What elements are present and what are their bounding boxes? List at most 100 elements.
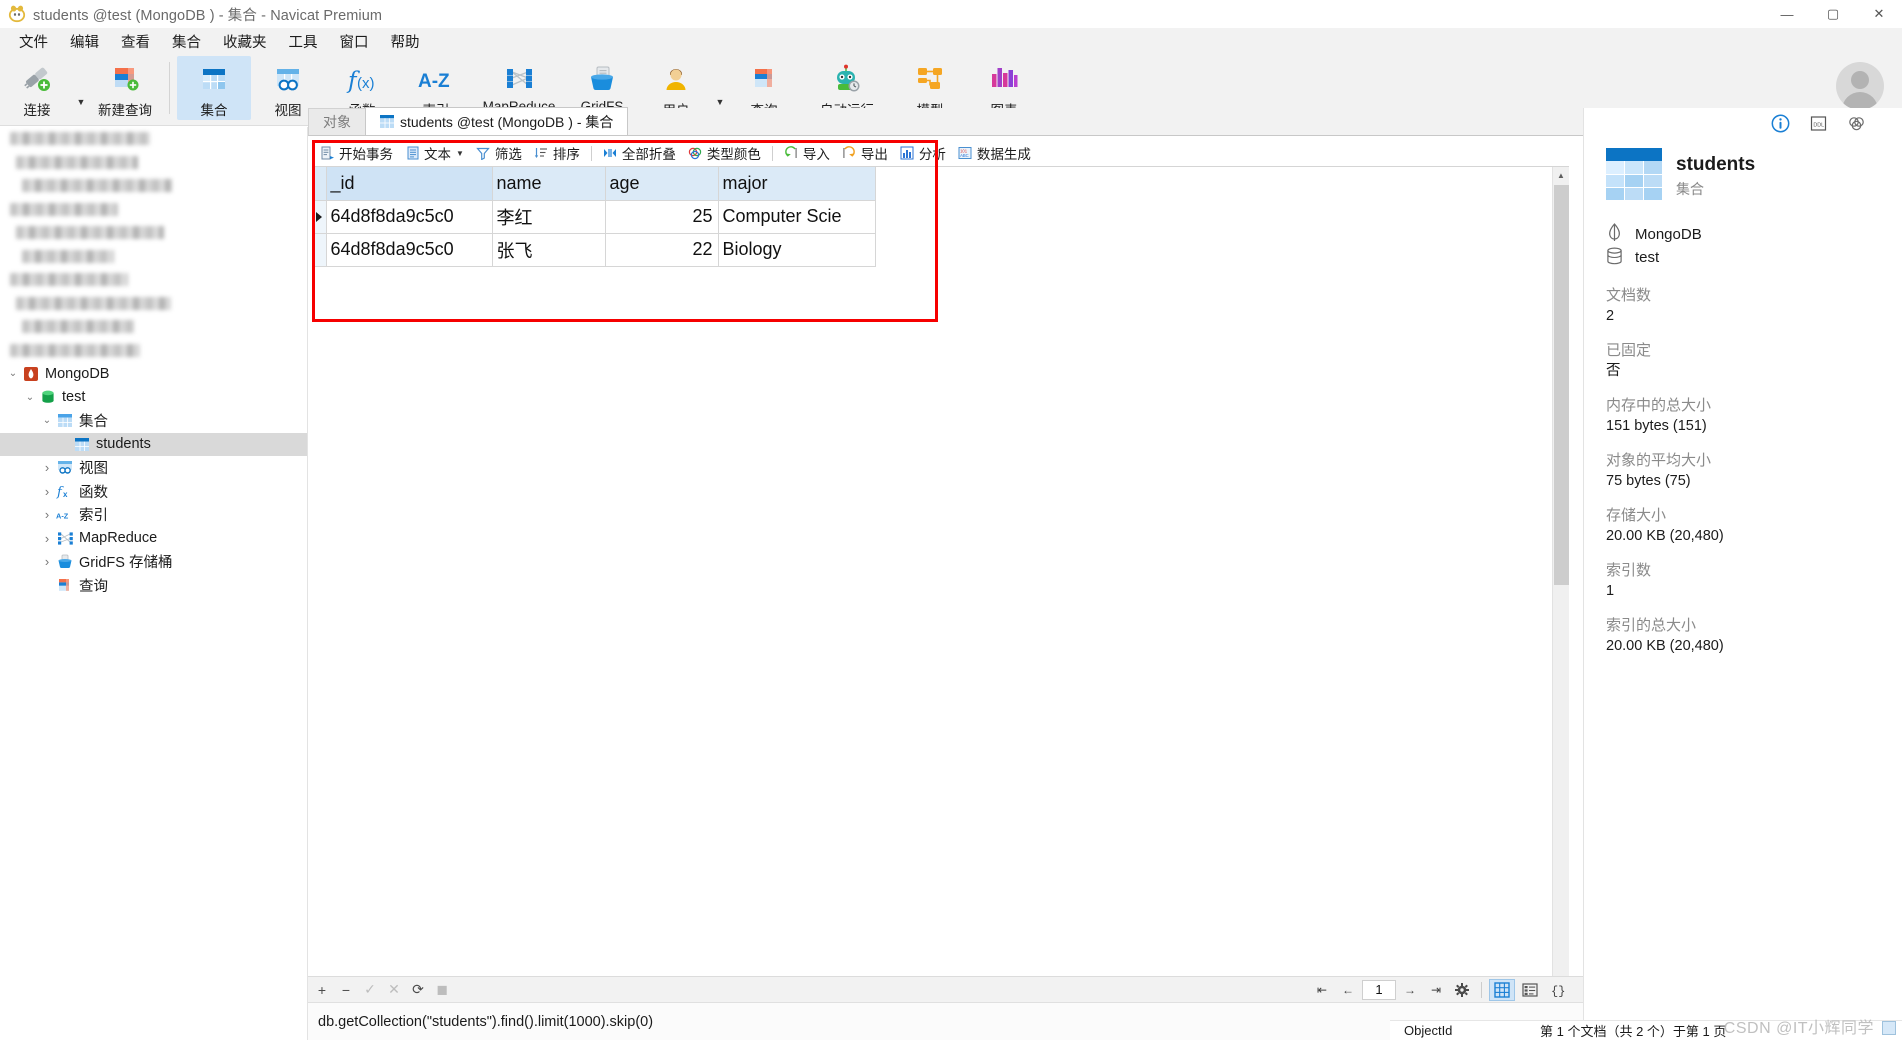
cell-id[interactable]: 64d8f8da9c5c0 (326, 200, 493, 234)
begin-transaction-button[interactable]: 开始事务 (314, 141, 399, 165)
remove-record-icon[interactable]: − (336, 980, 356, 1000)
connection-dropdown-caret-icon[interactable]: ▼ (74, 97, 88, 107)
object-tree-sidebar[interactable]: ⌄ MongoDB ⌄ test ⌄ 集合 students › 视图 › f x 函数 › A-Z 索引 › M… (0, 127, 308, 1040)
text-button[interactable]: 文本 ▼ (399, 141, 470, 165)
form-view-button[interactable] (1517, 979, 1543, 1001)
chevron-right-icon[interactable]: › (38, 554, 56, 569)
cell-id[interactable]: 64d8f8da9c5c0 (326, 233, 493, 267)
import-button[interactable]: 导入 (778, 141, 836, 165)
tree-item-[interactable]: › A-Z 索引 (0, 503, 307, 527)
json-view-button[interactable]: {} (1545, 979, 1571, 1001)
grid-view-button[interactable] (1489, 979, 1515, 1001)
info-tab-button[interactable] (1770, 113, 1790, 133)
menu-collection[interactable]: 集合 (161, 28, 212, 55)
chevron-down-icon[interactable]: ⌄ (38, 415, 56, 426)
filter-button[interactable]: 筛选 (470, 141, 528, 165)
tree-item-mongodb[interactable]: ⌄ MongoDB (0, 362, 307, 386)
current-row-indicator[interactable] (314, 200, 327, 234)
tree-item-test[interactable]: ⌄ test (0, 386, 307, 410)
chevron-right-icon[interactable]: › (38, 507, 56, 522)
svg-text:{}: {} (1551, 985, 1565, 999)
new-query-icon (109, 62, 141, 96)
cell-age[interactable]: 25 (605, 200, 719, 234)
chevron-down-icon[interactable]: ⌄ (4, 368, 22, 379)
toolbar-collection[interactable]: 集合 (177, 56, 251, 120)
chevron-down-icon[interactable]: ⌄ (21, 392, 39, 403)
avatar-head-icon (1851, 71, 1869, 89)
scroll-up-icon[interactable]: ▲ (1553, 167, 1569, 184)
minimize-button[interactable]: — (1764, 0, 1810, 28)
menu-edit[interactable]: 编辑 (59, 28, 110, 55)
column-header-major[interactable]: major (718, 167, 876, 201)
cell-major[interactable]: Computer Scie (718, 200, 876, 234)
maximize-button[interactable]: ▢ (1810, 0, 1856, 28)
tree-item-label: MongoDB (45, 365, 110, 382)
database-icon (1606, 246, 1623, 269)
database-tree[interactable]: ⌄ MongoDB ⌄ test ⌄ 集合 students › 视图 › f x 函数 › A-Z 索引 › M… (0, 362, 307, 597)
user-dropdown-caret-icon[interactable]: ▼ (713, 97, 727, 107)
data-generation-button[interactable]: 101 ABC 数据生成 (952, 141, 1037, 165)
menu-file[interactable]: 文件 (8, 28, 59, 55)
tree-item-label: GridFS 存储桶 (79, 555, 173, 572)
sort-button[interactable]: 排序 (528, 141, 586, 165)
user-avatar[interactable] (1836, 62, 1884, 110)
tree-item-mapreduce[interactable]: › MapReduce (0, 527, 307, 551)
last-page-button[interactable]: ⇥ (1424, 979, 1448, 1001)
page-number-input[interactable]: 1 (1362, 980, 1396, 1000)
tree-item-gridfs[interactable]: › GridFS 存储桶 (0, 550, 307, 574)
documents-table[interactable]: _id name age major 64d8f8da9c5c0 李红 25 Computer… (314, 167, 876, 267)
ddl-tab-button[interactable]: DDL (1808, 113, 1828, 133)
type-color-tab-button[interactable] (1846, 113, 1866, 133)
column-header-name[interactable]: name (492, 167, 606, 201)
prev-page-button[interactable]: ← (1336, 979, 1360, 1001)
menu-favorites[interactable]: 收藏夹 (212, 28, 278, 55)
export-button[interactable]: 导出 (836, 141, 894, 165)
info-meta-database-label: test (1635, 249, 1660, 266)
next-page-button[interactable]: → (1398, 979, 1422, 1001)
refresh-icon[interactable]: ⟳ (408, 980, 428, 1000)
add-record-icon[interactable]: + (312, 980, 332, 1000)
pagination-settings-button[interactable] (1450, 979, 1474, 1001)
query-icon (56, 577, 74, 593)
info-property: 索引数 1 (1606, 560, 1902, 601)
column-header-id[interactable]: _id (326, 167, 493, 201)
cell-name[interactable]: 张飞 (492, 233, 606, 267)
toolbar-new-query[interactable]: 新建查询 (88, 56, 162, 120)
tree-item-[interactable]: 查询 (0, 574, 307, 598)
menu-view[interactable]: 查看 (110, 28, 161, 55)
tree-item-[interactable]: › 视图 (0, 456, 307, 480)
tab-objects[interactable]: 对象 (308, 108, 366, 135)
row-indicator[interactable] (314, 233, 327, 267)
tab-students-collection[interactable]: students @test (MongoDB ) - 集合 (365, 107, 629, 135)
table-row[interactable]: 64d8f8da9c5c0 张飞 22 Biology (314, 233, 876, 267)
info-property: 已固定否 (1606, 340, 1902, 381)
chevron-right-icon[interactable]: › (38, 460, 56, 475)
cell-major[interactable]: Biology (718, 233, 876, 267)
menu-window[interactable]: 窗口 (329, 28, 380, 55)
toolbar-connection[interactable]: 连接 (0, 56, 74, 120)
type-color-button[interactable]: 类型颜色 (682, 141, 767, 165)
tree-item-[interactable]: › f x 函数 (0, 480, 307, 504)
tree-item-[interactable]: ⌄ 集合 (0, 409, 307, 433)
cell-age[interactable]: 22 (605, 233, 719, 267)
menu-help[interactable]: 帮助 (380, 28, 431, 55)
scrollbar-thumb[interactable] (1554, 185, 1569, 585)
close-button[interactable]: ✕ (1856, 0, 1902, 28)
tree-item-label: students (96, 436, 151, 453)
grid-vertical-scrollbar[interactable]: ▲ ▼ (1552, 167, 1569, 1004)
data-grid[interactable]: _id name age major 64d8f8da9c5c0 李红 25 Computer… (314, 166, 1569, 1004)
first-page-button[interactable]: ⇤ (1310, 979, 1334, 1001)
table-row[interactable]: 64d8f8da9c5c0 李红 25 Computer Scie (314, 200, 876, 234)
grid-toolbar-separator (590, 145, 592, 161)
analyze-button[interactable]: 分析 (894, 141, 952, 165)
chevron-down-icon[interactable]: ▼ (456, 149, 464, 158)
collapse-all-button[interactable]: 全部折叠 (597, 141, 682, 165)
tree-item-students[interactable]: students (0, 432, 307, 456)
data-grid-viewport[interactable]: _id name age major 64d8f8da9c5c0 李红 25 Computer… (314, 167, 1552, 1004)
cell-name[interactable]: 李红 (492, 200, 606, 234)
window-controls: — ▢ ✕ (1764, 0, 1902, 28)
chevron-right-icon[interactable]: › (38, 531, 56, 546)
menu-tools[interactable]: 工具 (278, 28, 329, 55)
column-header-age[interactable]: age (605, 167, 719, 201)
chevron-right-icon[interactable]: › (38, 484, 56, 499)
